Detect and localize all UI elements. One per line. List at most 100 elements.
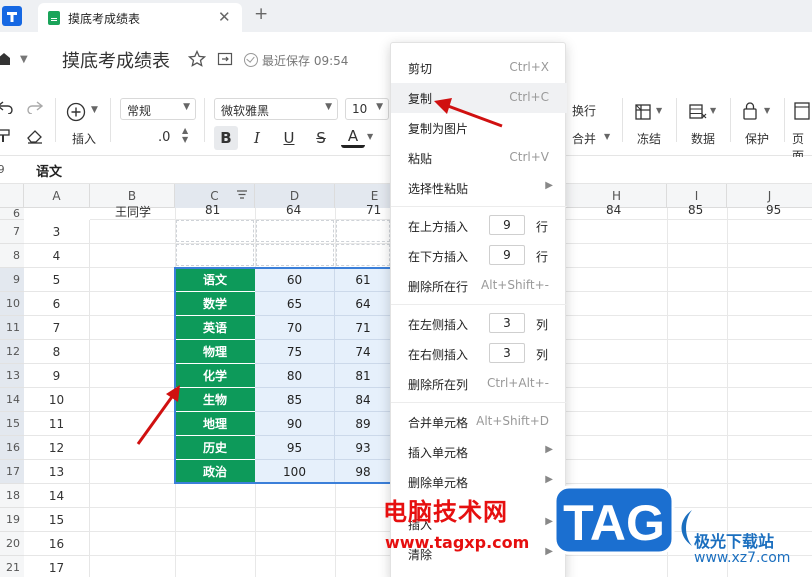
score-cell[interactable]: 74 (335, 340, 392, 364)
row-header[interactable]: 8 (0, 244, 24, 268)
row-header[interactable]: 9 (0, 268, 24, 292)
filter-icon[interactable] (236, 189, 248, 201)
score-cell[interactable]: 80 (255, 364, 335, 388)
menu-item-merge-cells[interactable]: 合并单元格 Alt+Shift+D (391, 407, 567, 437)
chevron-down-icon[interactable]: ▼ (604, 132, 610, 141)
table-cell[interactable]: 3 (24, 220, 90, 244)
table-cell[interactable]: 5 (24, 268, 90, 292)
insert-plus-icon[interactable] (66, 102, 86, 122)
partial-cell[interactable]: 81 (205, 203, 220, 217)
row-count-input[interactable]: 9 (489, 245, 525, 265)
strikethrough-icon[interactable]: S (309, 126, 333, 150)
menu-item-cut[interactable]: 剪切 Ctrl+X (391, 53, 567, 83)
score-cell[interactable]: 71 (335, 316, 392, 340)
menu-item-insert-right[interactable]: 在右侧插入 3 列 (391, 339, 567, 369)
row-header[interactable]: 20 (0, 532, 24, 556)
column-header[interactable]: A (24, 184, 90, 208)
partial-cell[interactable]: 95 (766, 203, 781, 217)
number-format-select[interactable]: 常规 ▼ (120, 98, 196, 120)
bold-icon[interactable]: B (214, 126, 238, 150)
decimal-stepper-icon[interactable]: ▲ ▼ (182, 126, 188, 144)
menu-item-insert-below[interactable]: 在下方插入 9 行 (391, 241, 567, 271)
row-header[interactable]: 10 (0, 292, 24, 316)
score-cell[interactable]: 65 (255, 292, 335, 316)
lock-icon[interactable] (743, 102, 757, 120)
italic-icon[interactable]: I (245, 126, 269, 150)
score-cell[interactable]: 70 (255, 316, 335, 340)
chevron-down-icon[interactable]: ▼ (20, 54, 28, 65)
menu-item-delete-column[interactable]: 删除所在列 Ctrl+Alt+- (391, 369, 567, 399)
freeze-label[interactable]: 冻结 (637, 130, 661, 147)
home-icon[interactable] (0, 52, 10, 66)
menu-item-insert-above[interactable]: 在上方插入 9 行 (391, 211, 567, 241)
table-cell[interactable]: 10 (24, 388, 90, 412)
subject-cell[interactable]: 英语 (175, 316, 255, 340)
partial-cell[interactable]: 71 (366, 203, 381, 217)
table-cell[interactable]: 9 (24, 364, 90, 388)
table-cell[interactable]: 6 (24, 292, 90, 316)
partial-cell[interactable]: 84 (606, 203, 621, 217)
partial-cell[interactable]: 王同学 (115, 203, 151, 220)
close-icon[interactable]: ✕ (218, 8, 231, 26)
table-cell[interactable]: 11 (24, 412, 90, 436)
undo-icon[interactable] (0, 100, 13, 114)
score-cell[interactable]: 84 (335, 388, 392, 412)
score-cell[interactable]: 60 (255, 268, 335, 292)
wrap-label[interactable]: 换行 (572, 102, 596, 119)
row-header[interactable]: 6 (0, 208, 24, 220)
merge-label[interactable]: 合并 (572, 130, 596, 147)
score-cell[interactable]: 90 (255, 412, 335, 436)
score-cell[interactable]: 93 (335, 436, 392, 460)
row-header[interactable]: 15 (0, 412, 24, 436)
table-cell[interactable]: 12 (24, 436, 90, 460)
app-logo-icon[interactable] (0, 4, 24, 28)
page-icon[interactable] (794, 102, 810, 120)
subject-cell[interactable]: 语文 (175, 268, 255, 292)
menu-item-insert-left[interactable]: 在左侧插入 3 列 (391, 309, 567, 339)
row-header[interactable]: 14 (0, 388, 24, 412)
document-title[interactable]: 摸底考成绩表 (62, 47, 170, 73)
score-cell[interactable]: 85 (255, 388, 335, 412)
chevron-down-icon[interactable]: ▼ (710, 106, 716, 115)
partial-cell[interactable]: 85 (688, 203, 703, 217)
row-header[interactable]: 21 (0, 556, 24, 577)
tab-document[interactable]: 摸底考成绩表 ✕ (38, 3, 242, 32)
subject-cell[interactable]: 数学 (175, 292, 255, 316)
row-header[interactable]: 12 (0, 340, 24, 364)
star-icon[interactable] (188, 50, 206, 68)
row-header[interactable]: 19 (0, 508, 24, 532)
row-header[interactable]: 18 (0, 484, 24, 508)
font-family-select[interactable]: 微软雅黑 ▼ (214, 98, 338, 120)
insert-label[interactable]: 插入 (72, 130, 96, 147)
move-folder-icon[interactable] (217, 51, 233, 67)
redo-icon[interactable] (27, 100, 43, 114)
table-cell[interactable]: 14 (24, 484, 90, 508)
subject-cell[interactable]: 政治 (175, 460, 255, 484)
table-cell[interactable]: 15 (24, 508, 90, 532)
column-count-input[interactable]: 3 (489, 343, 525, 363)
underline-icon[interactable]: U (277, 126, 301, 150)
score-cell[interactable]: 75 (255, 340, 335, 364)
decimal-label[interactable]: .0 (158, 130, 170, 145)
table-cell[interactable]: 17 (24, 556, 90, 577)
menu-item-paste[interactable]: 粘贴 Ctrl+V (391, 143, 567, 173)
chevron-down-icon[interactable]: ▼ (367, 132, 373, 141)
partial-cell[interactable]: 64 (286, 203, 301, 217)
table-cell[interactable]: 13 (24, 460, 90, 484)
score-cell[interactable]: 89 (335, 412, 392, 436)
row-count-input[interactable]: 9 (489, 215, 525, 235)
menu-item-delete-row[interactable]: 删除所在行 Alt+Shift+- (391, 271, 567, 301)
data-label[interactable]: 数据 (691, 130, 715, 147)
eraser-icon[interactable] (26, 128, 44, 144)
menu-item-paste-special[interactable]: 选择性粘贴 ▶ (391, 173, 567, 203)
row-header[interactable]: 11 (0, 316, 24, 340)
chevron-down-icon[interactable]: ▼ (91, 105, 98, 115)
cell-reference[interactable]: C9 (0, 163, 5, 176)
select-all-corner[interactable] (0, 184, 24, 208)
subject-cell[interactable]: 物理 (175, 340, 255, 364)
menu-item-insert-cells[interactable]: 插入单元格 ▶ (391, 437, 567, 467)
row-header[interactable]: 13 (0, 364, 24, 388)
row-header[interactable]: 7 (0, 220, 24, 244)
table-cell[interactable]: 8 (24, 340, 90, 364)
formula-input[interactable]: 语文 (36, 161, 62, 180)
